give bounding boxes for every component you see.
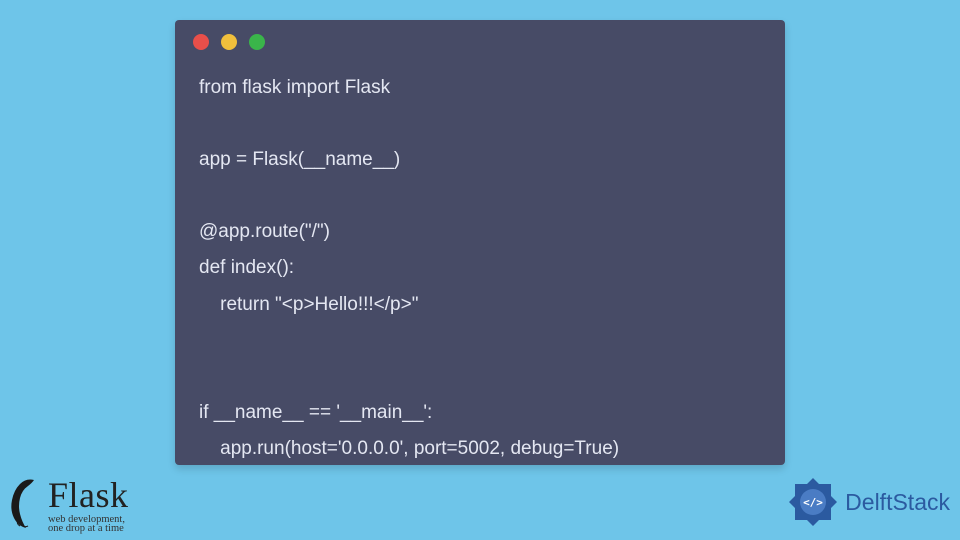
delftstack-icon: </> bbox=[787, 476, 839, 528]
svg-text:</>: </> bbox=[803, 496, 823, 509]
flask-subtitle-2: one drop at a time bbox=[48, 523, 129, 534]
flask-logo: Flask web development, one drop at a tim… bbox=[6, 474, 129, 534]
delftstack-logo: </> DelftStack bbox=[787, 476, 950, 528]
flask-horn-icon bbox=[6, 476, 42, 532]
minimize-icon bbox=[221, 34, 237, 50]
maximize-icon bbox=[249, 34, 265, 50]
flask-title: Flask bbox=[48, 474, 129, 516]
code-content: from flask import Flask app = Flask(__na… bbox=[175, 56, 785, 481]
code-window: from flask import Flask app = Flask(__na… bbox=[175, 20, 785, 465]
delftstack-text: DelftStack bbox=[845, 489, 950, 516]
close-icon bbox=[193, 34, 209, 50]
flask-text-block: Flask web development, one drop at a tim… bbox=[48, 474, 129, 534]
window-titlebar bbox=[175, 20, 785, 56]
